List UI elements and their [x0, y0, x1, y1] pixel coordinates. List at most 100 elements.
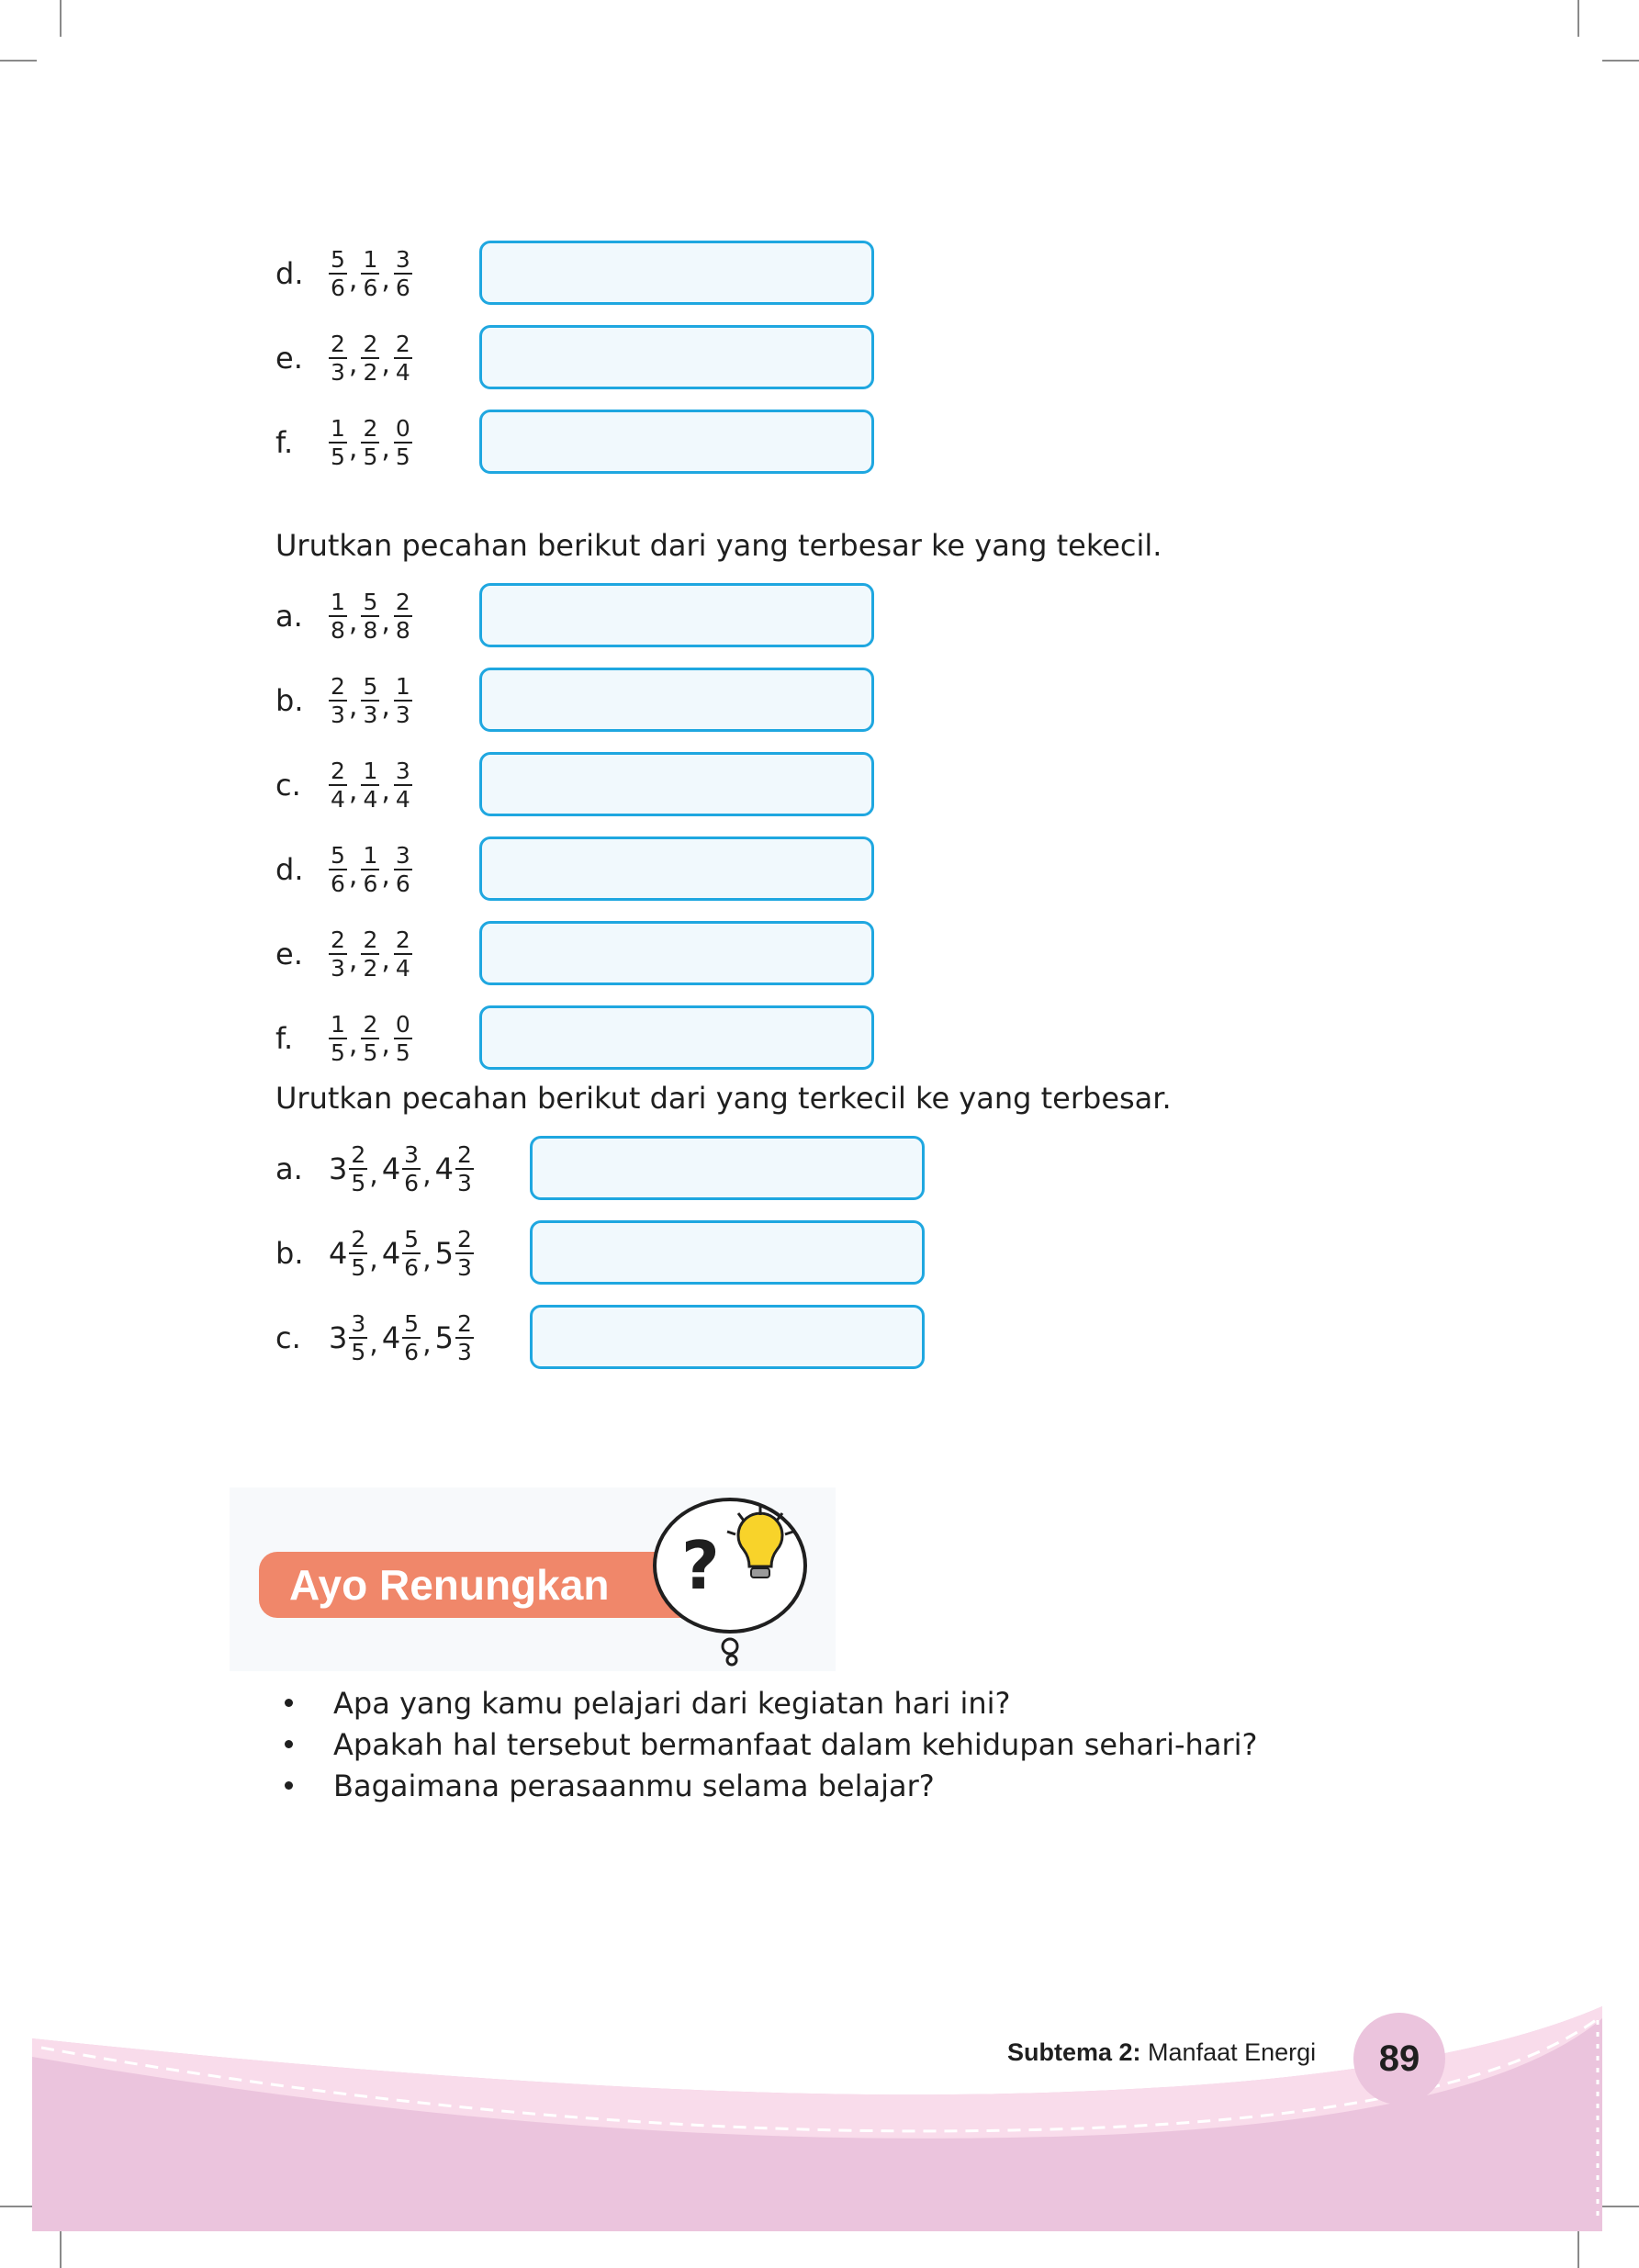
comma: ,: [348, 263, 358, 296]
fraction: 28: [393, 589, 412, 644]
question-text: Apakah hal tersebut bermanfaat dalam keh…: [333, 1726, 1258, 1762]
whole-number: 4: [329, 1236, 348, 1271]
numerator: 5: [361, 589, 380, 617]
subtema-name: Manfaat Energi: [1140, 2038, 1317, 2066]
mixed-number-list: 425, 456, 523: [329, 1228, 474, 1279]
numerator: 2: [393, 331, 412, 359]
numerator: 1: [361, 758, 380, 786]
fraction: 05: [393, 1013, 412, 1064]
denominator: 6: [363, 870, 378, 897]
numerator: 2: [455, 1141, 474, 1170]
crop-mark: [0, 60, 37, 62]
fraction: 36: [402, 1143, 421, 1195]
list-item: Bagaimana perasaanmu selama belajar?: [275, 1765, 1257, 1806]
comma: ,: [381, 943, 390, 976]
fraction: 23: [455, 1312, 474, 1364]
denominator: 4: [395, 359, 410, 386]
answer-box[interactable]: [479, 921, 874, 985]
denominator: 5: [351, 1170, 366, 1196]
answer-box[interactable]: [479, 668, 874, 732]
comma: ,: [348, 432, 358, 465]
numerator: 2: [329, 926, 347, 955]
item-letter: e.: [275, 937, 303, 971]
denominator: 5: [363, 443, 378, 470]
fraction: 16: [361, 246, 380, 299]
denominator: 5: [395, 443, 410, 470]
item-letter: d.: [275, 256, 304, 291]
crop-mark: [1577, 2231, 1579, 2268]
comma: ,: [381, 859, 390, 892]
crop-mark: [60, 2231, 62, 2268]
denominator: 2: [363, 955, 378, 982]
fraction: 24: [393, 928, 412, 980]
comma: ,: [422, 1158, 432, 1191]
exercise-item: d. 56, 16, 36: [275, 239, 412, 309]
comma: ,: [381, 432, 390, 465]
numerator: 5: [402, 1226, 421, 1254]
exercise-item: a. 325, 436, 423: [275, 1134, 474, 1204]
denominator: 8: [363, 617, 378, 644]
crop-mark: [1602, 60, 1639, 62]
fraction: 15: [329, 1013, 347, 1064]
comma: ,: [381, 1027, 390, 1061]
numerator: 1: [329, 589, 347, 617]
numerator: 2: [393, 589, 412, 617]
numerator: 2: [349, 1226, 368, 1254]
item-letter: e.: [275, 341, 303, 376]
comma: ,: [348, 605, 358, 638]
answer-box[interactable]: [479, 1005, 874, 1070]
denominator: 6: [395, 870, 410, 897]
numerator: 2: [349, 1141, 368, 1170]
subtema-number: Subtema 2:: [1007, 2038, 1141, 2066]
bullet: [285, 1740, 293, 1748]
answer-box[interactable]: [479, 325, 874, 389]
comma: ,: [381, 263, 390, 296]
fraction-list: 23, 53, 13: [329, 675, 412, 726]
exercise-item: f. 15, 25, 05: [275, 1004, 412, 1073]
answer-box[interactable]: [530, 1220, 925, 1285]
answer-box[interactable]: [479, 583, 874, 647]
comma: ,: [348, 347, 358, 380]
denominator: 2: [363, 359, 378, 386]
question-text: Bagaimana perasaanmu selama belajar?: [333, 1768, 935, 1803]
list-item: Apakah hal tersebut bermanfaat dalam keh…: [275, 1723, 1257, 1765]
fraction: 22: [361, 332, 380, 386]
denominator: 8: [395, 617, 410, 644]
denominator: 6: [404, 1339, 420, 1365]
denominator: 3: [395, 702, 410, 728]
fraction: 16: [361, 844, 380, 897]
fraction-list: 23, 22, 24: [329, 332, 412, 384]
fraction-list: 24, 14, 34: [329, 759, 412, 811]
exercise-item: f. 15, 25, 05: [275, 408, 412, 477]
answer-box[interactable]: [479, 752, 874, 816]
numerator: 1: [393, 673, 412, 702]
whole-number: 5: [434, 1236, 454, 1271]
fraction: 23: [329, 332, 347, 384]
item-letter: f.: [275, 425, 294, 460]
numerator: 2: [361, 1011, 380, 1039]
fraction: 05: [393, 417, 412, 470]
answer-box[interactable]: [479, 836, 874, 901]
fraction: 25: [349, 1226, 368, 1279]
answer-box[interactable]: [530, 1136, 925, 1200]
numerator: 3: [402, 1141, 421, 1170]
comma: ,: [381, 690, 390, 723]
numerator: 2: [329, 673, 347, 702]
denominator: 4: [395, 786, 410, 813]
reflection-questions: Apa yang kamu pelajari dari kegiatan har…: [275, 1682, 1257, 1806]
fraction: 24: [329, 759, 347, 811]
fraction: 23: [329, 928, 347, 980]
comma: ,: [348, 690, 358, 723]
fraction: 58: [361, 589, 380, 644]
item-letter: c.: [275, 768, 301, 803]
answer-box[interactable]: [479, 241, 874, 305]
fraction: 25: [361, 415, 380, 470]
answer-box[interactable]: [479, 410, 874, 474]
denominator: 6: [404, 1170, 420, 1196]
answer-box[interactable]: [530, 1305, 925, 1369]
fraction: 25: [361, 1011, 380, 1064]
numerator: 1: [361, 246, 380, 275]
fraction: 23: [455, 1228, 474, 1279]
instruction-text: Urutkan pecahan berikut dari yang terkec…: [275, 1081, 1172, 1116]
numerator: 2: [361, 415, 380, 443]
